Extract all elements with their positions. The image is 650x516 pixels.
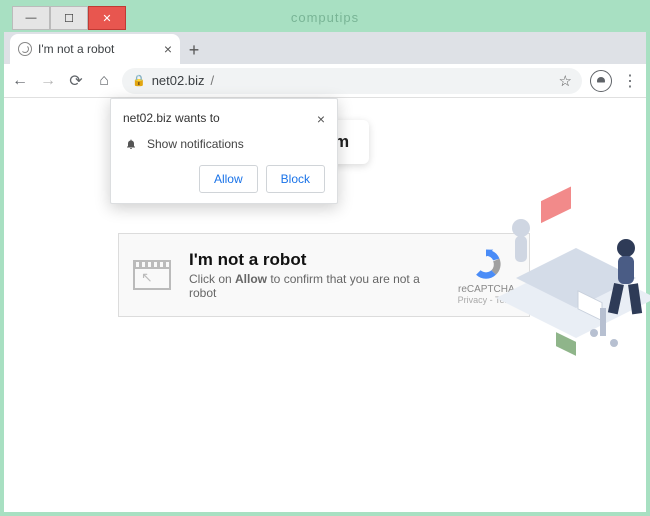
- bell-icon: [125, 138, 137, 150]
- back-icon[interactable]: ←: [10, 71, 30, 91]
- window-glyph-icon: [133, 260, 171, 290]
- address-bar[interactable]: 🔒 net02.biz / ☆: [122, 68, 582, 94]
- window-titlebar: computips — ☐ ✕: [4, 4, 646, 32]
- home-icon[interactable]: ⌂: [94, 71, 114, 91]
- captcha-subtitle: Click on Allow to confirm that you are n…: [189, 272, 440, 300]
- block-button[interactable]: Block: [266, 165, 325, 193]
- profile-icon[interactable]: [590, 70, 612, 92]
- forward-icon: →: [38, 71, 58, 91]
- close-icon[interactable]: ×: [164, 41, 172, 57]
- notification-origin: net02.biz wants to: [123, 111, 220, 125]
- titlebar-watermark: computips: [291, 10, 359, 25]
- captcha-title: I'm not a robot: [189, 250, 440, 270]
- menu-icon[interactable]: ⋮: [620, 71, 640, 91]
- bookmark-star-icon[interactable]: ☆: [559, 72, 572, 90]
- browser-tab[interactable]: I'm not a robot ×: [10, 34, 180, 64]
- page-content: to confirm net02.biz wants to × Show not…: [4, 98, 646, 512]
- window-controls: — ☐ ✕: [12, 6, 126, 30]
- allow-button[interactable]: Allow: [199, 165, 258, 193]
- url-domain: net02.biz: [152, 73, 205, 88]
- window-close-button[interactable]: ✕: [88, 6, 126, 30]
- window-minimize-button[interactable]: —: [12, 6, 50, 30]
- new-tab-button[interactable]: +: [180, 36, 208, 64]
- window-maximize-button[interactable]: ☐: [50, 6, 88, 30]
- notification-permission-label: Show notifications: [147, 137, 244, 151]
- notification-permission-popup: net02.biz wants to × Show notifications …: [110, 98, 338, 204]
- lock-icon: 🔒: [132, 74, 146, 87]
- tab-strip: I'm not a robot × +: [4, 32, 646, 64]
- captcha-text: I'm not a robot Click on Allow to confir…: [189, 250, 440, 300]
- office-illustration: [486, 168, 650, 368]
- globe-icon: [18, 42, 32, 56]
- browser-toolbar: ← → ⟳ ⌂ 🔒 net02.biz / ☆ ⋮: [4, 64, 646, 98]
- captcha-card: I'm not a robot Click on Allow to confir…: [118, 233, 530, 317]
- url-path: /: [210, 73, 214, 88]
- tab-title: I'm not a robot: [38, 42, 114, 56]
- reload-icon[interactable]: ⟳: [66, 71, 86, 91]
- close-icon[interactable]: ×: [317, 111, 325, 127]
- browser-window: computips — ☐ ✕ I'm not a robot × + ← → …: [4, 4, 646, 512]
